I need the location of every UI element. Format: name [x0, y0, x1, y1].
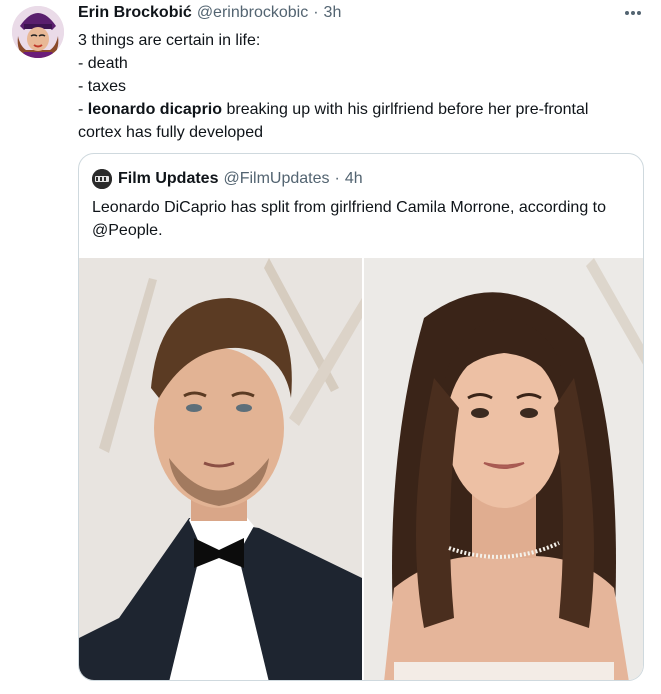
- film-updates-logo: [92, 169, 112, 189]
- bold-name: leonardo dicaprio: [87, 101, 223, 118]
- quoted-author-name[interactable]: Film Updates: [118, 170, 218, 188]
- author-name[interactable]: Erin Brockobić: [78, 4, 192, 22]
- quoted-tweet[interactable]: Film Updates @FilmUpdates · 4h Leonardo …: [78, 153, 644, 681]
- tweet-timestamp[interactable]: 3h: [324, 4, 342, 22]
- tweet-line-rest: breaking up with his girlfriend before h…: [222, 101, 589, 118]
- photo-right[interactable]: [364, 258, 643, 680]
- photo-left[interactable]: [79, 258, 362, 680]
- quoted-author-handle[interactable]: @FilmUpdates: [223, 170, 329, 188]
- quoted-tweet-text: Leonardo DiCaprio has split from girlfri…: [92, 199, 607, 239]
- photo-image: [364, 258, 643, 680]
- tweet-header: Erin Brockobić @erinbrockobic · 3h: [78, 2, 341, 24]
- tweet-line: - leonardo dicaprio breaking up with his…: [78, 98, 638, 121]
- quoted-timestamp[interactable]: 4h: [345, 170, 363, 188]
- tweet-line: - taxes: [78, 78, 127, 95]
- tweet-line: cortex has fully developed: [78, 124, 263, 141]
- media-grid: [79, 258, 643, 680]
- more-horizontal-icon: [625, 11, 641, 15]
- tweet-line: - death: [78, 55, 128, 72]
- tweet-text: 3 things are certain in life: - death - …: [78, 29, 638, 144]
- tweet-line-prefix: -: [78, 101, 88, 118]
- more-options-button[interactable]: [620, 3, 646, 23]
- photo-image: [79, 258, 362, 680]
- separator-dot: ·: [334, 170, 340, 187]
- separator-dot: ·: [313, 4, 319, 21]
- quoted-author-avatar[interactable]: [92, 169, 112, 189]
- author-avatar[interactable]: [12, 6, 64, 58]
- avatar-image: [12, 6, 64, 58]
- author-handle[interactable]: @erinbrockobic: [197, 4, 308, 22]
- quoted-tweet-header: Film Updates @FilmUpdates · 4h: [92, 168, 363, 190]
- tweet-line: 3 things are certain in life:: [78, 32, 261, 49]
